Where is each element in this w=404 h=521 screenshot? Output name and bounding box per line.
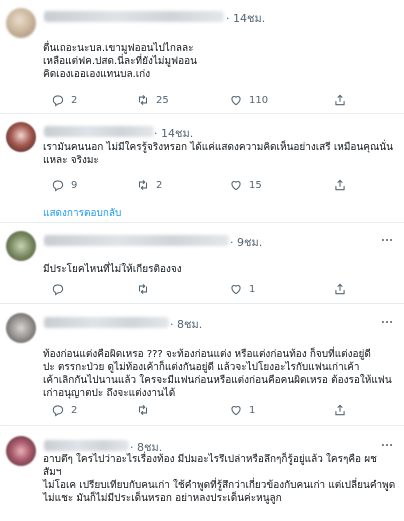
more-icon[interactable]: [380, 438, 394, 452]
like-count: 1: [249, 404, 256, 416]
author-name-blurred[interactable]: [44, 235, 229, 246]
avatar[interactable]: [6, 122, 36, 152]
heart-icon: [231, 285, 241, 295]
retweet-icon: [138, 94, 148, 106]
retweet-button[interactable]: 2: [136, 178, 162, 192]
retweet-button[interactable]: [136, 282, 156, 296]
tweet-5[interactable]: · 8ชม. อาบตึๆ ใครไปว่าอะไรเรื่องท้อง มีป…: [0, 426, 404, 521]
share-button[interactable]: [333, 403, 347, 417]
author-name-blurred[interactable]: [44, 440, 129, 451]
share-icon: [335, 94, 345, 106]
more-icon[interactable]: [380, 315, 394, 329]
tweet-time[interactable]: · 9ชม.: [230, 233, 262, 251]
reply-button[interactable]: 2: [51, 403, 77, 417]
author-name-blurred[interactable]: [44, 11, 224, 22]
like-button[interactable]: 15: [229, 178, 262, 192]
tweet-actions: 1: [43, 282, 383, 298]
tweet-actions: 2 1: [43, 403, 383, 419]
retweet-button[interactable]: 25: [136, 93, 169, 107]
reply-count: 2: [71, 94, 78, 106]
like-count: 110: [249, 94, 269, 106]
avatar[interactable]: [6, 8, 36, 38]
tweet-actions: 9 2 15: [43, 178, 383, 194]
heart-icon: [231, 181, 241, 191]
avatar[interactable]: [6, 231, 36, 261]
reply-icon: [52, 95, 64, 107]
share-icon: [335, 404, 345, 416]
reply-button[interactable]: [51, 282, 71, 296]
retweet-count: 25: [156, 94, 169, 106]
more-icon[interactable]: [380, 233, 394, 247]
retweet-icon: [138, 404, 148, 416]
retweet-icon: [138, 179, 148, 191]
like-button[interactable]: 1: [229, 282, 255, 296]
reply-button[interactable]: 9: [51, 178, 77, 192]
tweet-3[interactable]: · 9ชม. มีประโยคไหนที่ไม่ให้เกียรติองจง 1: [0, 223, 404, 299]
share-button[interactable]: [333, 178, 347, 192]
tweet-time[interactable]: · 14ชม.: [226, 9, 265, 27]
like-button[interactable]: 110: [229, 93, 268, 107]
tweet-actions: 2 25 110: [43, 93, 383, 109]
tweet-text: มีประโยคไหนที่ไม่ให้เกียรติองจง: [43, 264, 182, 275]
tweet-4[interactable]: · 8ชม. ท้องก่อนแต่งคือผิดเหรอ ??? จะท้อง…: [0, 304, 404, 422]
tweet-text: ตื่นเถอะนะบล.เขามูฟออนไปไกลละ เหลือแต่ฟค…: [43, 43, 197, 80]
retweet-icon: [138, 283, 148, 295]
retweet-count: 2: [156, 179, 163, 191]
reply-icon: [52, 180, 64, 192]
share-icon: [335, 179, 345, 191]
reply-count: 2: [71, 404, 78, 416]
author-name-blurred[interactable]: [44, 317, 169, 328]
heart-icon: [231, 96, 241, 106]
like-button[interactable]: 1: [229, 403, 255, 417]
tweet-text: เรามันคนนอก ไม่มีใครรู้จริงหรอก ได้แค่แส…: [43, 142, 393, 166]
tweet-text: ท้องก่อนแต่งคือผิดเหรอ ??? จะท้องก่อนแต่…: [43, 349, 392, 399]
reply-button[interactable]: 2: [51, 93, 77, 107]
tweet-2[interactable]: · 14ชม. เรามันคนนอก ไม่มีใครรู้จริงหรอก …: [0, 114, 404, 222]
heart-icon: [231, 406, 241, 416]
share-button[interactable]: [333, 282, 347, 296]
tweet-time[interactable]: · 8ชม.: [170, 315, 202, 333]
tweet-time[interactable]: · 14ชม.: [154, 124, 193, 142]
retweet-button[interactable]: [136, 403, 156, 417]
share-icon: [335, 283, 345, 295]
share-button[interactable]: [333, 93, 347, 107]
tweet-text: อาบตึๆ ใครไปว่าอะไรเรื่องท้อง มีปมอะไรรึ…: [43, 454, 396, 504]
avatar[interactable]: [6, 436, 36, 466]
reply-icon: [52, 284, 64, 296]
tweet-1[interactable]: · 14ชม. ตื่นเถอะนะบล.เขามูฟออนไปไกลละ เห…: [0, 0, 404, 112]
author-name-blurred[interactable]: [44, 126, 154, 137]
show-replies-link[interactable]: แสดงการตอบกลับ: [43, 206, 121, 221]
reply-count: 9: [71, 179, 78, 191]
like-count: 1: [249, 283, 256, 295]
like-count: 15: [249, 179, 262, 191]
reply-icon: [52, 405, 64, 417]
avatar[interactable]: [6, 313, 36, 343]
